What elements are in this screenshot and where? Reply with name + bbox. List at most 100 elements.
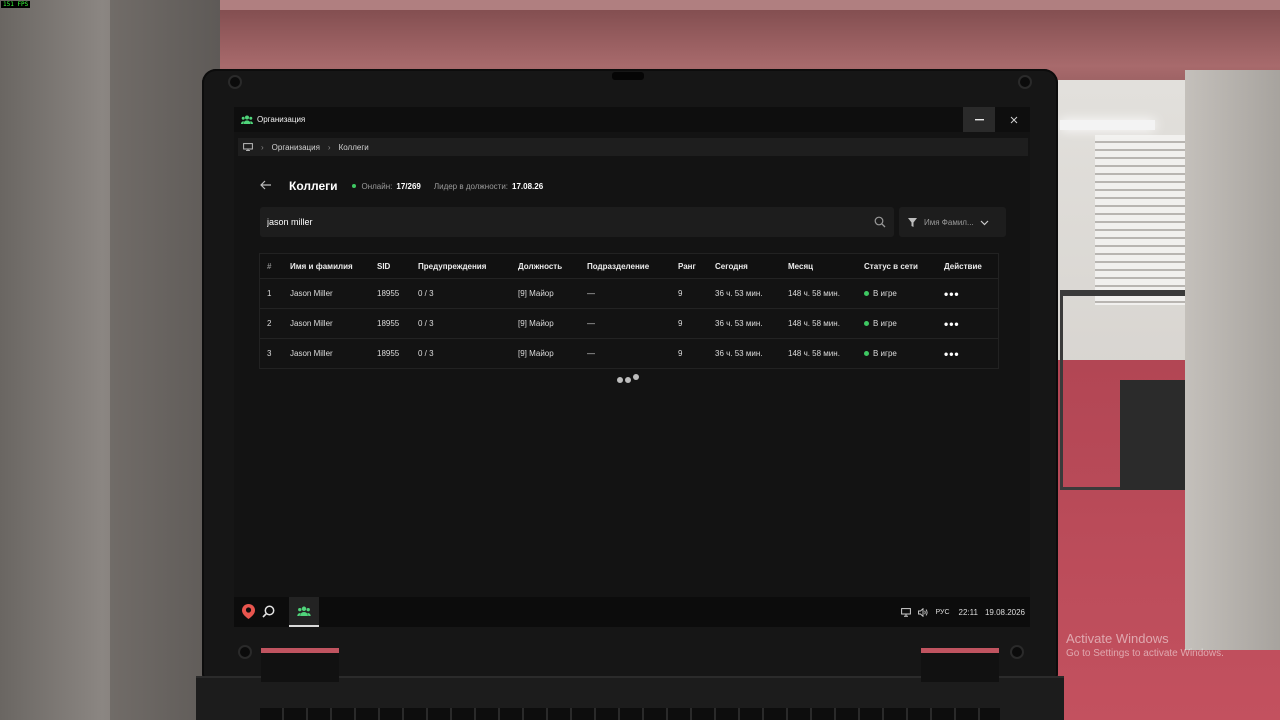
filter-dropdown[interactable]: Имя Фамил...	[899, 207, 1006, 237]
minimize-icon	[974, 118, 984, 120]
row-status: В игре	[864, 349, 897, 358]
row-actions-button[interactable]: •••	[944, 318, 960, 330]
window-title: Организация	[257, 115, 306, 124]
row-warnings: 0 / 3	[418, 349, 434, 358]
breadcrumb-item-colleagues[interactable]: Коллеги	[339, 143, 369, 152]
col-header-num: #	[267, 261, 272, 271]
row-name: Jason Miller	[290, 349, 333, 358]
col-header-today[interactable]: Сегодня	[715, 262, 748, 271]
start-logo-icon[interactable]	[242, 604, 255, 619]
webcam	[612, 72, 644, 80]
row-status-label: В игре	[873, 319, 897, 328]
row-division: —	[587, 319, 595, 328]
col-header-sid[interactable]: SID	[377, 262, 390, 271]
language-indicator[interactable]: РУС	[935, 609, 949, 616]
row-month: 148 ч. 58 мин.	[788, 289, 840, 298]
page-header: Коллеги Онлайн: 17/269 Лидер в должности…	[260, 178, 543, 194]
ceiling-lamp	[1060, 120, 1155, 130]
lid-screw	[1018, 75, 1032, 89]
row-division: —	[587, 289, 595, 298]
volume-icon[interactable]	[918, 607, 929, 617]
row-rank: 9	[678, 289, 683, 298]
col-header-status[interactable]: Статус в сети	[864, 262, 918, 271]
taskbar-app-organization[interactable]	[289, 597, 319, 627]
activate-windows-watermark: Activate Windows Go to Settings to activ…	[1066, 631, 1224, 659]
chevron-right-icon: ›	[327, 142, 331, 152]
search-icon[interactable]	[874, 216, 886, 228]
online-count: 17/269	[396, 181, 421, 191]
watermark-title: Activate Windows	[1066, 631, 1169, 646]
row-today: 36 ч. 53 мин.	[715, 349, 763, 358]
filter-label: Имя Фамил...	[924, 217, 974, 227]
taskbar-search-icon[interactable]	[262, 605, 275, 618]
table-row[interactable]: 1 Jason Miller 18955 0 / 3 [9] Майор — 9…	[260, 278, 998, 308]
people-icon	[297, 606, 311, 616]
row-rank: 9	[678, 319, 683, 328]
col-header-action: Действие	[944, 261, 982, 271]
monitor-icon[interactable]	[243, 143, 253, 151]
row-actions-button[interactable]: •••	[944, 348, 960, 360]
col-header-month[interactable]: Месяц	[788, 262, 813, 271]
page-title: Коллеги	[289, 179, 338, 193]
fps-counter: 151 FPS	[1, 1, 31, 8]
keyboard	[260, 708, 1000, 720]
close-icon	[1010, 116, 1018, 123]
row-status-label: В игре	[873, 349, 897, 358]
row-position: [9] Майор	[518, 319, 554, 328]
col-header-position[interactable]: Должность	[518, 262, 562, 271]
close-button[interactable]	[998, 107, 1030, 132]
app-screen: Организация › Организация › Коллеги Колл…	[234, 107, 1030, 627]
row-name: Jason Miller	[290, 319, 333, 328]
col-header-warnings[interactable]: Предупреждения	[418, 262, 486, 271]
online-status-icon	[864, 321, 869, 327]
row-sid: 18955	[377, 349, 400, 358]
search-input[interactable]	[267, 217, 857, 227]
row-position: [9] Майор	[518, 349, 554, 358]
right-pillar	[1185, 70, 1280, 650]
hinge-right	[921, 648, 999, 682]
online-status-icon	[864, 351, 869, 357]
online-dot-icon	[351, 184, 356, 188]
chevron-down-icon	[980, 220, 989, 225]
clock-date: 19.08.2026	[984, 607, 1025, 617]
lid-screw	[228, 75, 242, 89]
row-rank: 9	[678, 349, 683, 358]
table-header: # Имя и фамилия SID Предупреждения Должн…	[260, 254, 998, 278]
lid-screw	[238, 645, 252, 659]
chevron-right-icon: ›	[261, 142, 264, 152]
colleagues-table: # Имя и фамилия SID Предупреждения Должн…	[259, 253, 999, 369]
leader-date: 17.08.26	[512, 181, 544, 191]
row-today: 36 ч. 53 мин.	[715, 319, 763, 328]
search-box	[260, 207, 894, 237]
row-month: 148 ч. 58 мин.	[788, 349, 840, 358]
funnel-icon	[908, 217, 917, 227]
table-row[interactable]: 3 Jason Miller 18955 0 / 3 [9] Майор — 9…	[260, 338, 998, 368]
people-icon	[241, 115, 253, 125]
back-arrow-icon[interactable]	[260, 179, 274, 193]
breadcrumb: › Организация › Коллеги	[238, 138, 1028, 156]
row-status: В игре	[864, 319, 897, 328]
loading-spinner-icon	[617, 374, 639, 383]
row-today: 36 ч. 53 мин.	[715, 289, 763, 298]
table-row[interactable]: 2 Jason Miller 18955 0 / 3 [9] Майор — 9…	[260, 308, 998, 338]
row-actions-button[interactable]: •••	[944, 288, 960, 300]
lid-screw	[1010, 645, 1024, 659]
network-monitor-icon[interactable]	[901, 607, 912, 617]
title-bar: Организация	[234, 107, 1030, 132]
row-warnings: 0 / 3	[418, 319, 434, 328]
row-division: —	[587, 349, 595, 358]
ceiling-beam	[150, 0, 1280, 10]
col-header-division[interactable]: Подразделение	[587, 262, 649, 271]
row-warnings: 0 / 3	[418, 289, 434, 298]
row-sid: 18955	[377, 289, 400, 298]
col-header-name[interactable]: Имя и фамилия	[290, 262, 353, 271]
row-status: В игре	[864, 289, 897, 298]
col-header-rank[interactable]: Ранг	[678, 262, 696, 271]
online-status-icon	[864, 291, 869, 297]
breadcrumb-item-organization[interactable]: Организация	[272, 143, 320, 152]
row-position: [9] Майор	[518, 289, 554, 298]
leader-label: Лидер в должности:	[433, 181, 509, 191]
row-number: 3	[267, 349, 272, 358]
minimize-button[interactable]	[963, 107, 995, 132]
row-status-label: В игре	[873, 289, 897, 298]
